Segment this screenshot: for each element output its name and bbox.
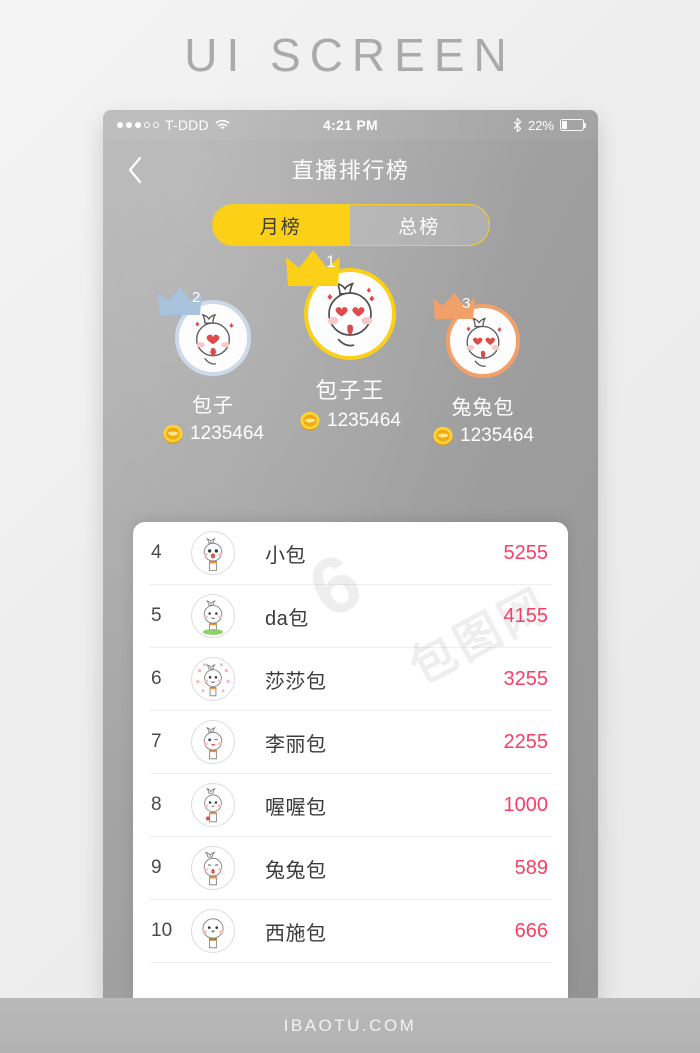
podium-score-row: 1235464	[408, 425, 558, 447]
status-bar-left: T-DDD	[117, 117, 230, 133]
battery-percent-label: 22%	[527, 117, 554, 133]
avatar[interactable]	[191, 531, 235, 575]
ranking-list-card: 4 小包 5255 5 da包 4155 6 莎莎包 3255 7 李丽包 22…	[133, 522, 568, 998]
avatar-wrapper: 1	[286, 250, 396, 360]
rank-badge: 3	[462, 295, 471, 312]
table-row[interactable]: 4 小包 5255	[149, 522, 552, 585]
podium-score: 1235464	[190, 423, 264, 444]
tab-monthly[interactable]: 月榜	[212, 205, 350, 245]
row-name: 兔兔包	[265, 859, 327, 882]
row-score: 589	[514, 856, 548, 879]
ranking-period-toggle[interactable]: 月榜 总榜	[211, 204, 490, 246]
table-row[interactable]: 7 李丽包 2255	[149, 711, 552, 774]
battery-icon	[560, 119, 586, 131]
row-rank: 9	[151, 857, 162, 878]
row-rank: 6	[151, 668, 162, 689]
rank-badge: 2	[192, 289, 201, 306]
row-score: 3255	[503, 667, 549, 690]
row-name: 莎莎包	[265, 670, 327, 693]
avatar[interactable]	[191, 594, 235, 638]
bluetooth-icon	[513, 118, 522, 132]
phone-mockup: T-DDD 4:21 PM 22% 直播排行榜 月榜 总榜 2 包子 12354…	[103, 110, 598, 998]
podium-score-row: 1235464	[138, 423, 288, 445]
row-score: 2255	[503, 730, 549, 753]
avatar[interactable]	[191, 846, 235, 890]
row-name: 西施包	[265, 922, 327, 945]
podium-rank-3[interactable]: 3 兔兔包 1235464	[408, 293, 558, 447]
row-rank: 5	[151, 605, 162, 626]
footer-bar: IBAOTU.COM	[0, 998, 700, 1053]
ranking-list: 4 小包 5255 5 da包 4155 6 莎莎包 3255 7 李丽包 22…	[133, 522, 568, 963]
avatar[interactable]	[191, 783, 235, 827]
footer-text: IBAOTU.COM	[283, 1015, 417, 1035]
coin-icon	[300, 411, 320, 431]
row-rank: 4	[151, 542, 162, 563]
tab-overall[interactable]: 总榜	[350, 205, 489, 245]
avatar-wrapper: 3	[433, 293, 520, 378]
table-row[interactable]: 5 da包 4155	[149, 585, 552, 648]
row-rank: 7	[151, 731, 162, 752]
page-title: UI SCREEN	[184, 29, 516, 81]
rank-badge: 1	[326, 252, 336, 271]
wifi-icon	[215, 119, 230, 130]
row-score: 666	[514, 919, 548, 942]
coin-icon	[433, 426, 453, 446]
podium-score: 1235464	[460, 425, 534, 446]
nav-bar: 直播排行榜	[103, 140, 598, 198]
status-bar-right: 22%	[513, 117, 586, 133]
avatar-wrapper: 2	[158, 287, 251, 376]
status-bar: T-DDD 4:21 PM 22%	[103, 110, 598, 140]
row-rank: 8	[151, 794, 162, 815]
row-name: da包	[265, 607, 309, 630]
podium-rank-2[interactable]: 2 包子 1235464	[138, 287, 288, 445]
avatar[interactable]	[191, 909, 235, 953]
carrier-label: T-DDD	[165, 117, 209, 133]
row-name: 小包	[265, 544, 306, 567]
row-name: 喔喔包	[265, 796, 327, 819]
table-row[interactable]: 6 莎莎包 3255	[149, 648, 552, 711]
nav-title: 直播排行榜	[291, 158, 410, 183]
row-name: 李丽包	[265, 733, 327, 756]
avatar[interactable]	[191, 657, 235, 701]
row-rank: 10	[151, 920, 173, 941]
top-three-podium: 2 包子 1235464 1 包子王 1235464 3 兔兔包 1235464	[103, 250, 598, 478]
podium-rank-1[interactable]: 1 包子王 1235464	[275, 250, 425, 432]
table-row[interactable]: 10 西施包 666	[149, 900, 552, 963]
row-score: 1000	[503, 793, 549, 816]
row-score: 4155	[503, 604, 549, 627]
podium-name: 包子王	[315, 378, 385, 403]
podium-score-row: 1235464	[275, 410, 425, 432]
avatar[interactable]	[191, 720, 235, 764]
table-row[interactable]: 8 喔喔包 1000	[149, 774, 552, 837]
signal-strength-icon	[117, 122, 159, 128]
coin-icon	[163, 424, 183, 444]
podium-name: 包子	[192, 395, 234, 417]
row-score: 5255	[503, 541, 549, 564]
podium-name: 兔兔包	[451, 397, 515, 419]
table-row[interactable]: 9 兔兔包 589	[149, 837, 552, 900]
podium-score: 1235464	[327, 410, 401, 431]
